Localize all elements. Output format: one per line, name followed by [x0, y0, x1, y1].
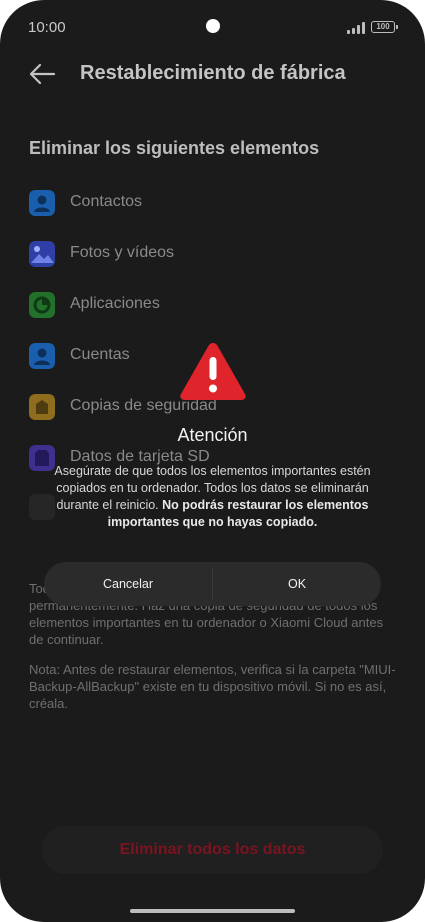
dialog-title: Atención — [177, 425, 248, 445]
phone-frame: 10:00 100 Restablecimiento de fábrica El… — [0, 0, 425, 922]
warning-triangle-icon — [180, 343, 246, 400]
cancel-button[interactable]: Cancelar — [44, 562, 212, 606]
warning-dialog: Atención Asegúrate de que todos los elem… — [0, 0, 425, 922]
ok-button[interactable]: OK — [213, 562, 381, 606]
dialog-button-bar: Cancelar OK — [44, 562, 381, 606]
dialog-message: Asegúrate de que todos los elementos imp… — [50, 463, 375, 531]
